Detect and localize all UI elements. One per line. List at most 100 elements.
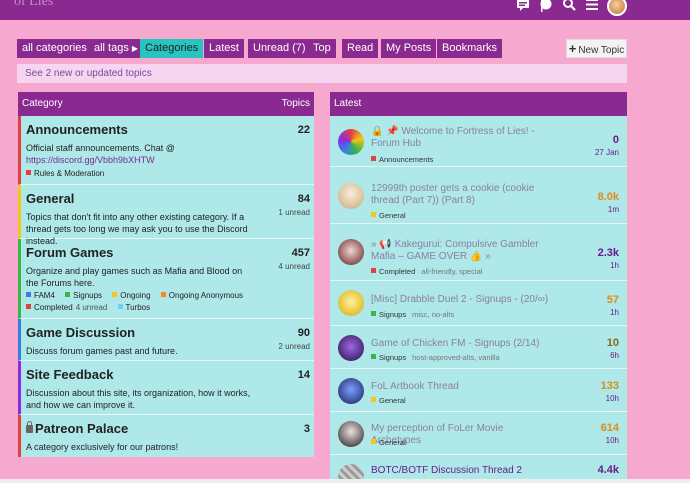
topic-post-count[interactable]: 4.4k [598, 464, 619, 476]
topic-post-count[interactable]: 8.0k [598, 191, 619, 203]
new-topics-banner[interactable]: See 2 new or updated topics [17, 64, 627, 83]
topic-title[interactable]: FoL Artbook Thread [371, 381, 551, 393]
avatar[interactable] [338, 183, 364, 209]
tab-bookmarks[interactable]: Bookmarks [437, 39, 503, 58]
topic-title[interactable]: 🔒 📌 Welcome to Fortress of Lies! - Forum… [371, 126, 551, 150]
topic-post-count[interactable]: 614 [601, 422, 619, 434]
category-general[interactable]: General 84 1 unread Topics that don't fi… [18, 185, 314, 246]
avatar[interactable] [338, 290, 364, 316]
topic-post-count[interactable]: 57 [607, 294, 619, 306]
category-name[interactable]: Game Discussion [26, 325, 135, 340]
topic-title[interactable]: Game of Chicken FM - Signups (2/14) [371, 338, 551, 350]
subcategory-label: Completed [34, 303, 73, 312]
topic-post-count[interactable]: 10 [607, 337, 619, 349]
all-tags-dropdown[interactable]: all tags ▶ [89, 39, 144, 58]
topic-row[interactable]: FoL Artbook Thread General 133 10h [330, 369, 627, 412]
color-swatch [160, 292, 166, 297]
menu-icon[interactable] [584, 0, 600, 14]
category-label: General [379, 438, 406, 447]
site-logo[interactable]: of Lies [14, 0, 53, 10]
topic-post-count[interactable]: 133 [601, 380, 619, 392]
subcategory-ongoing[interactable]: Ongoing [112, 291, 151, 300]
topic-tags[interactable]: all-friendly, special [421, 267, 482, 276]
topic-age[interactable]: 6h [610, 351, 619, 360]
category-name[interactable]: Announcements [26, 122, 128, 137]
topic-row[interactable]: 🔒 📌 Welcome to Fortress of Lies! - Forum… [330, 116, 627, 167]
color-swatch [26, 292, 31, 297]
topic-post-count[interactable]: 0 [613, 134, 619, 146]
subcategory-signups[interactable]: Signups [65, 291, 102, 300]
category-name[interactable]: Patreon Palace [26, 421, 128, 436]
tab-unread[interactable]: Unread (7) [248, 39, 311, 58]
tab-top[interactable]: Top [308, 39, 336, 58]
tab-my-posts[interactable]: My Posts [381, 39, 437, 58]
notification-icon[interactable] [538, 0, 554, 14]
avatar[interactable] [338, 421, 364, 447]
avatar[interactable] [607, 0, 627, 16]
topic-row[interactable]: 12999th poster gets a cookie (cookie thr… [330, 167, 627, 224]
avatar[interactable] [338, 129, 364, 155]
category-name[interactable]: Forum Games [26, 245, 113, 260]
topic-category[interactable]: General [371, 211, 406, 220]
category-unread-count[interactable]: 4 unread [278, 262, 310, 271]
subcategory-fam4[interactable]: FAM4 [26, 291, 55, 300]
category-patreon-palace[interactable]: Patreon Palace 3 A category exclusively … [18, 415, 314, 457]
topic-age[interactable]: 10h [606, 394, 619, 403]
topic-row[interactable]: My perception of FoLer Movie Archetypes … [330, 412, 627, 455]
topic-age[interactable]: 1h [610, 261, 619, 270]
topic-tags[interactable]: host-approved-alts, vanilla [412, 353, 500, 362]
topic-title[interactable]: 12999th poster gets a cookie (cookie thr… [371, 183, 551, 207]
category-game-discussion[interactable]: Game Discussion 90 2 unread Discuss foru… [18, 319, 314, 361]
subcategory-ongoing-anonymous[interactable]: Ongoing Anonymous [160, 291, 243, 300]
topic-title[interactable]: » 📢 Kakegurui: Compulsive Gambler Mafia … [371, 239, 551, 263]
discord-link[interactable]: https://discord.gg/Vbbh9bXHTW [26, 155, 155, 165]
topic-category[interactable]: General [371, 438, 406, 447]
topic-age[interactable]: 27 Jan [595, 148, 619, 157]
avatar[interactable] [338, 239, 364, 265]
subcategory-turbos[interactable]: Turbos [117, 303, 150, 312]
category-site-feedback[interactable]: Site Feedback 14 Discussion about this s… [18, 361, 314, 415]
topic-age[interactable]: 1h [610, 308, 619, 317]
topic-title[interactable]: BOTC/BOTF Discussion Thread 2 [371, 465, 551, 477]
topic-row[interactable]: » 📢 Kakegurui: Compulsive Gambler Mafia … [330, 224, 627, 281]
category-name[interactable]: Site Feedback [26, 367, 113, 382]
search-icon[interactable] [561, 0, 577, 14]
topic-age[interactable]: 1m [608, 205, 619, 214]
topic-category[interactable]: Signups host-approved-alts, vanilla [371, 353, 500, 362]
topic-category[interactable]: Completed all-friendly, special [371, 267, 482, 276]
tab-categories[interactable]: Categories [140, 39, 204, 58]
subcategory-rules-moderation[interactable]: Rules & Moderation [26, 169, 104, 178]
category-label: Announcements [379, 155, 434, 164]
topic-category[interactable]: General [371, 396, 406, 405]
topic-tags[interactable]: misc, no-alts [412, 310, 454, 319]
category-description: Discussion about this site, its organiza… [26, 388, 251, 410]
color-swatch [26, 170, 31, 175]
category-topic-count: 22 [297, 124, 310, 136]
category-forum-games[interactable]: Forum Games 457 4 unread Organize and pl… [18, 239, 314, 319]
category-description: Organize and play games such as Mafia an… [26, 266, 243, 288]
category-column-header: Category [22, 98, 63, 109]
topic-row[interactable]: Game of Chicken FM - Signups (2/14) Sign… [330, 326, 627, 369]
avatar[interactable] [338, 335, 364, 361]
tab-read[interactable]: Read [342, 39, 379, 58]
avatar[interactable] [338, 378, 364, 404]
category-topic-count: 84 [297, 193, 310, 205]
topic-category[interactable]: Signups misc, no-alts [371, 310, 454, 319]
topic-row[interactable]: [Misc] Drabble Duel 2 - Signups - (20/∞)… [330, 281, 627, 326]
category-topic-count: 14 [297, 369, 310, 381]
category-name[interactable]: General [26, 191, 74, 206]
category-unread-count[interactable]: 2 unread [278, 342, 310, 351]
color-swatch [26, 304, 31, 309]
topic-category[interactable]: Announcements [371, 155, 433, 164]
subcategory-completed[interactable]: Completed 4 unread [26, 303, 107, 312]
subcategory-list: FAM4 Signups Ongoing Ongoing Anonymous [26, 291, 251, 300]
topic-title[interactable]: [Misc] Drabble Duel 2 - Signups - (20/∞) [371, 294, 551, 306]
category-unread-count[interactable]: 1 unread [278, 208, 310, 217]
new-topic-button[interactable]: + New Topic [566, 39, 627, 58]
color-swatch [117, 304, 123, 309]
topic-age[interactable]: 10h [606, 436, 619, 445]
tab-latest[interactable]: Latest [204, 39, 244, 58]
category-announcements[interactable]: Announcements 22 Official staff announce… [18, 116, 314, 185]
topic-post-count[interactable]: 2.3k [598, 247, 619, 259]
chat-icon[interactable] [515, 0, 531, 14]
